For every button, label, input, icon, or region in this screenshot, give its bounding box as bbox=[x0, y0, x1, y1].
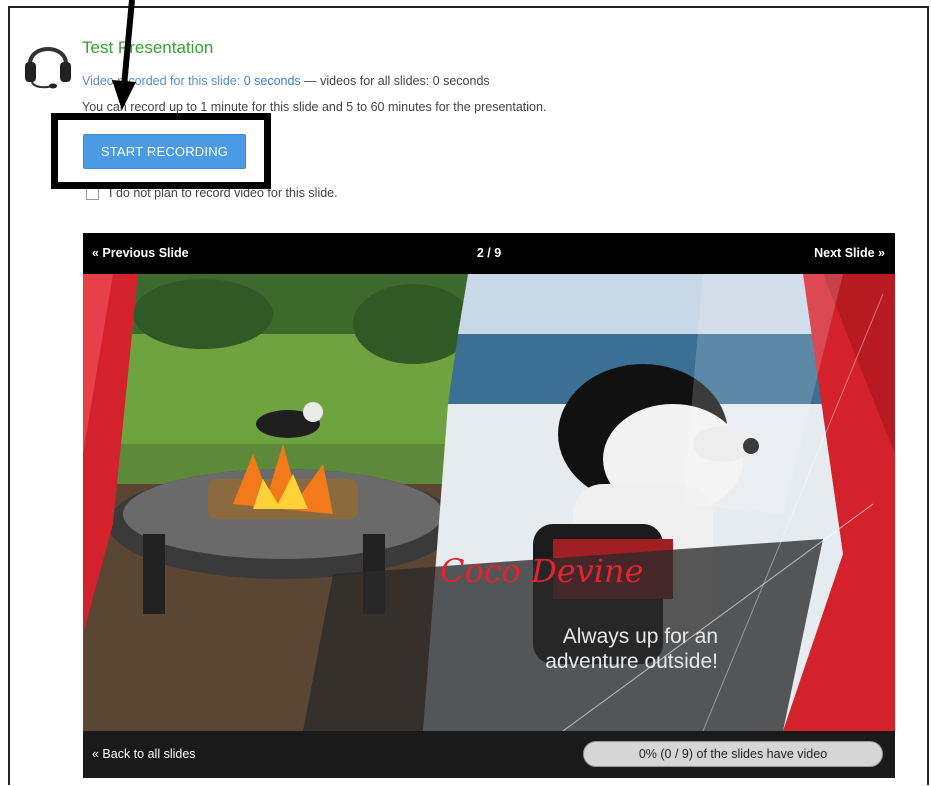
slide-counter: 2 / 9 bbox=[476, 246, 502, 260]
slide-subtitle-line-1: Always up for an bbox=[562, 625, 718, 648]
all-slides-text: — videos for all slides: 0 seconds bbox=[304, 74, 490, 88]
recorded-value: 0 seconds bbox=[243, 74, 301, 88]
headset-icon bbox=[25, 47, 71, 89]
slide-image: Coco Devine Always up for an adventure o… bbox=[83, 274, 895, 731]
video-progress-bar: 0% (0 / 9) of the slides have video bbox=[583, 741, 883, 767]
slide-nav-bar: « Previous Slide 2 / 9 Next Slide » bbox=[83, 233, 895, 274]
recording-limits: You can record up to 1 minute for this s… bbox=[82, 100, 547, 114]
slide-subtitle: Always up for an adventure outside! bbox=[478, 624, 718, 674]
slide-footer-bar: « Back to all slides 0% (0 / 9) of the s… bbox=[83, 731, 895, 778]
annotation-highlight-box bbox=[51, 113, 271, 189]
slide-subtitle-line-2: adventure outside! bbox=[545, 650, 718, 674]
annotation-arrow-icon bbox=[112, 0, 136, 110]
back-to-all-slides-link[interactable]: « Back to all slides bbox=[92, 747, 196, 761]
next-slide-link[interactable]: Next Slide » bbox=[814, 246, 885, 260]
video-progress-text: 0% (0 / 9) of the slides have video bbox=[638, 747, 828, 761]
slide-title: Coco Devine bbox=[440, 552, 644, 590]
slide-viewer: « Previous Slide 2 / 9 Next Slide » Coco… bbox=[83, 233, 895, 778]
